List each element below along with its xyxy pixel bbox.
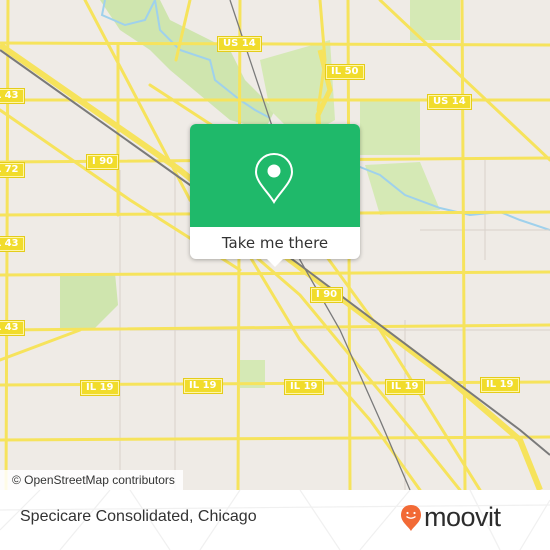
map-pin-icon: [254, 152, 294, 204]
route-shield: IL 19: [480, 377, 520, 393]
park-area: [365, 162, 440, 215]
route-shield: I 90: [309, 287, 344, 303]
park-area: [60, 273, 118, 328]
popup-pointer: [266, 258, 284, 267]
location-popup: Take me there: [190, 124, 360, 267]
route-shield: IL 43: [0, 320, 25, 336]
place-name: Specicare Consolidated, Chicago: [20, 508, 257, 525]
route-shield: IL 50: [325, 64, 365, 80]
route-shield: US 14: [427, 94, 472, 110]
park-area: [360, 100, 420, 155]
route-shield: I 90: [85, 154, 120, 170]
moovit-pin-icon: [401, 504, 421, 531]
map-attribution[interactable]: © OpenStreetMap contributors: [0, 470, 183, 490]
route-shield: IL 19: [80, 380, 120, 396]
route-shield: US 14: [217, 36, 262, 52]
moovit-logo[interactable]: moovit: [400, 502, 501, 533]
take-me-there-button[interactable]: Take me there: [190, 227, 360, 259]
brand-wordmark: moovit: [424, 502, 501, 532]
route-shield: IL 19: [183, 378, 223, 394]
route-shield: IL 43: [0, 88, 25, 104]
route-shield: IL 19: [284, 379, 324, 395]
popup-header: [190, 124, 360, 227]
footer-bar: Specicare Consolidated, Chicago moovit: [0, 490, 550, 550]
route-shield: IL 19: [385, 379, 425, 395]
map-canvas[interactable]: US 14 IL 50 US 14 I 90 IL 43 IL 72 IL 43…: [0, 0, 550, 490]
route-shield: IL 72: [0, 162, 25, 178]
route-shield: IL 43: [0, 236, 25, 252]
